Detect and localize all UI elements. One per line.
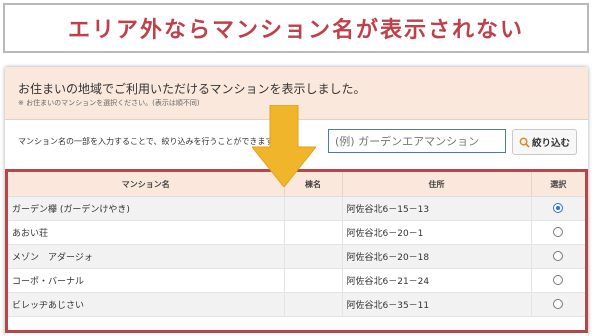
filter-button-label: 絞り込む [531,138,570,149]
address-cell: 阿佐谷北6－15－13 [342,196,532,221]
address-cell: 阿佐谷北6－21－24 [342,268,532,293]
mansion-name-cell: メゾン アダージォ [8,244,285,269]
select-radio[interactable] [553,299,564,310]
address-cell: 阿佐谷北6－20－1 [342,220,532,245]
building-cell [284,292,343,317]
mansion-name-cell: コーポ・バーナル [8,268,285,293]
select-radio[interactable] [553,275,564,286]
search-icon [519,137,530,148]
mansion-search-panel: お住まいの地域でご利用いただけるマンションを表示しました。 ※ お住まいのマンシ… [5,67,588,336]
select-radio[interactable] [553,251,564,262]
down-arrow-icon [252,105,316,187]
address-cell: 阿佐谷北6－35－11 [342,292,532,317]
result-title: お住まいの地域でご利用いただけるマンションを表示しました。 [18,82,366,96]
search-input[interactable] [328,129,506,153]
select-cell [531,220,585,245]
select-radio[interactable] [553,203,564,214]
table-row[interactable]: メゾン アダージォ 阿佐谷北6－20－18 [8,244,585,269]
select-radio[interactable] [553,227,564,238]
mansion-table: マンション名 棟名 住所 選択 ガーデン欅 (ガーデンけやき) 阿佐谷北6－15… [8,172,585,317]
building-cell [284,244,343,269]
mansion-name-cell: ガーデン欅 (ガーデンけやき) [8,196,285,221]
column-header-select: 選択 [531,172,585,197]
table-row[interactable]: コーポ・バーナル 阿佐谷北6－21－24 [8,268,585,293]
mansion-name-cell: あおい荘 [8,220,285,245]
address-cell: 阿佐谷北6－20－18 [342,244,532,269]
banner-title: エリア外ならマンション名が表示されない [67,18,524,43]
building-cell [284,196,343,221]
select-cell [531,292,585,317]
banner-box: エリア外ならマンション名が表示されない [3,3,589,53]
column-header-name: マンション名 [8,172,285,197]
table-row[interactable]: あおい荘 阿佐谷北6－20－1 [8,220,585,245]
building-cell [284,220,343,245]
result-note: ※ お住まいのマンションを選択ください。(表示は順不同) [18,99,200,107]
select-cell [531,196,585,221]
building-cell [284,268,343,293]
mansion-table-frame: マンション名 棟名 住所 選択 ガーデン欅 (ガーデンけやき) 阿佐谷北6－15… [5,169,588,333]
select-cell [531,244,585,269]
mansion-name-cell: ビレッヂあじさい [8,292,285,317]
select-cell [531,268,585,293]
table-row[interactable]: ガーデン欅 (ガーデンけやき) 阿佐谷北6－15－13 [8,196,585,221]
table-row[interactable]: ビレッヂあじさい 阿佐谷北6－35－11 [8,292,585,317]
filter-button[interactable]: 絞り込む [512,129,577,155]
column-header-address: 住所 [342,172,532,197]
